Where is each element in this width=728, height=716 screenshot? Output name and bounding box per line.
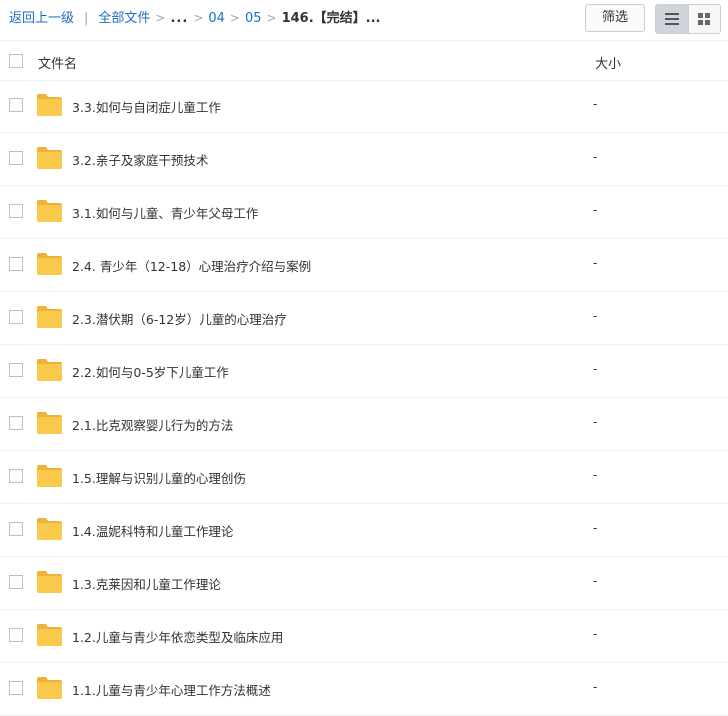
row-checkbox[interactable] [9, 416, 23, 430]
file-size: - [593, 627, 598, 641]
table-row[interactable]: 2.3.潜伏期（6-12岁）儿童的心理治疗 - [0, 292, 728, 345]
file-size: - [593, 256, 598, 270]
file-name[interactable]: 1.1.儿童与青少年心理工作方法概述 [72, 680, 271, 699]
file-name[interactable]: 1.5.理解与识别儿童的心理创伤 [72, 468, 246, 487]
folder-icon [37, 94, 62, 116]
chevron-right-icon: > [193, 11, 204, 25]
view-toggle [655, 4, 721, 34]
table-row[interactable]: 3.1.如何与儿童、青少年父母工作 - [0, 186, 728, 239]
filter-button[interactable]: 筛选 [585, 4, 645, 32]
file-size: - [593, 150, 598, 164]
breadcrumb-divider: | [84, 11, 89, 26]
toolbar: 返回上一级 | 全部文件 >... >04 >05 >146.【完结】... 筛选 [0, 0, 728, 40]
breadcrumb-current: 146.【完结】... [281, 11, 381, 26]
chevron-right-icon: > [266, 11, 277, 25]
table-row[interactable]: 1.2.儿童与青少年依恋类型及临床应用 - [0, 610, 728, 663]
folder-icon [37, 200, 62, 222]
file-name[interactable]: 1.3.克莱因和儿童工作理论 [72, 574, 221, 593]
folder-icon [37, 518, 62, 540]
row-checkbox[interactable] [9, 575, 23, 589]
file-size: - [593, 521, 598, 535]
breadcrumb-all-files[interactable]: 全部文件 [98, 11, 150, 26]
file-list: 3.3.如何与自闭症儿童工作 -3.2.亲子及家庭干预技术 -3.1.如何与儿童、青… [0, 80, 728, 716]
grid-view-icon [698, 13, 711, 25]
chevron-right-icon: > [229, 11, 240, 25]
column-header-name[interactable]: 文件名 [38, 53, 77, 72]
row-checkbox[interactable] [9, 204, 23, 218]
row-checkbox[interactable] [9, 310, 23, 324]
breadcrumb-ellipsis[interactable]: ... [170, 11, 188, 26]
folder-icon [37, 359, 62, 381]
folder-icon [37, 465, 62, 487]
folder-icon [37, 624, 62, 646]
list-view-icon [664, 13, 679, 25]
file-size: - [593, 309, 598, 323]
grid-view-button[interactable] [687, 5, 720, 33]
breadcrumb: 返回上一级 | 全部文件 >... >04 >05 >146.【完结】... [9, 10, 380, 27]
table-row[interactable]: 2.2.如何与0-5岁下儿童工作 - [0, 345, 728, 398]
file-name[interactable]: 1.4.温妮科特和儿童工作理论 [72, 521, 233, 540]
file-name[interactable]: 2.1.比克观察婴儿行为的方法 [72, 415, 233, 434]
folder-icon [37, 412, 62, 434]
row-checkbox[interactable] [9, 522, 23, 536]
file-size: - [593, 203, 598, 217]
table-row[interactable]: 2.4. 青少年（12-18）心理治疗介绍与案例 - [0, 239, 728, 292]
file-size: - [593, 362, 598, 376]
file-name[interactable]: 1.2.儿童与青少年依恋类型及临床应用 [72, 627, 283, 646]
row-checkbox[interactable] [9, 628, 23, 642]
table-row[interactable]: 3.3.如何与自闭症儿童工作 - [0, 80, 728, 133]
file-name[interactable]: 2.3.潜伏期（6-12岁）儿童的心理治疗 [72, 309, 287, 328]
breadcrumb-item-04[interactable]: 04 [208, 11, 225, 26]
row-checkbox[interactable] [9, 363, 23, 377]
table-row[interactable]: 1.4.温妮科特和儿童工作理论 - [0, 504, 728, 557]
file-name[interactable]: 2.4. 青少年（12-18）心理治疗介绍与案例 [72, 256, 311, 275]
table-row[interactable]: 3.2.亲子及家庭干预技术 - [0, 133, 728, 186]
file-size: - [593, 468, 598, 482]
breadcrumb-item-05[interactable]: 05 [245, 11, 262, 26]
row-checkbox[interactable] [9, 257, 23, 271]
table-header: 文件名 大小 [0, 40, 728, 81]
file-name[interactable]: 3.1.如何与儿童、青少年父母工作 [72, 203, 258, 222]
file-name[interactable]: 3.2.亲子及家庭干预技术 [72, 150, 208, 169]
table-row[interactable]: 2.1.比克观察婴儿行为的方法 - [0, 398, 728, 451]
table-row[interactable]: 1.1.儿童与青少年心理工作方法概述 - [0, 663, 728, 716]
chevron-right-icon: > [155, 11, 166, 25]
row-checkbox[interactable] [9, 681, 23, 695]
back-link[interactable]: 返回上一级 [9, 11, 74, 26]
row-checkbox[interactable] [9, 469, 23, 483]
file-size: - [593, 574, 598, 588]
row-checkbox[interactable] [9, 98, 23, 112]
table-row[interactable]: 1.3.克莱因和儿童工作理论 - [0, 557, 728, 610]
file-name[interactable]: 2.2.如何与0-5岁下儿童工作 [72, 362, 229, 381]
table-row[interactable]: 1.5.理解与识别儿童的心理创伤 - [0, 451, 728, 504]
column-header-size[interactable]: 大小 [595, 53, 621, 72]
file-size: - [593, 680, 598, 694]
file-name[interactable]: 3.3.如何与自闭症儿童工作 [72, 97, 221, 116]
folder-icon [37, 147, 62, 169]
folder-icon [37, 253, 62, 275]
list-view-button[interactable] [656, 5, 688, 33]
select-all-checkbox[interactable] [9, 54, 23, 68]
folder-icon [37, 571, 62, 593]
row-checkbox[interactable] [9, 151, 23, 165]
file-size: - [593, 415, 598, 429]
file-size: - [593, 97, 598, 111]
folder-icon [37, 677, 62, 699]
folder-icon [37, 306, 62, 328]
